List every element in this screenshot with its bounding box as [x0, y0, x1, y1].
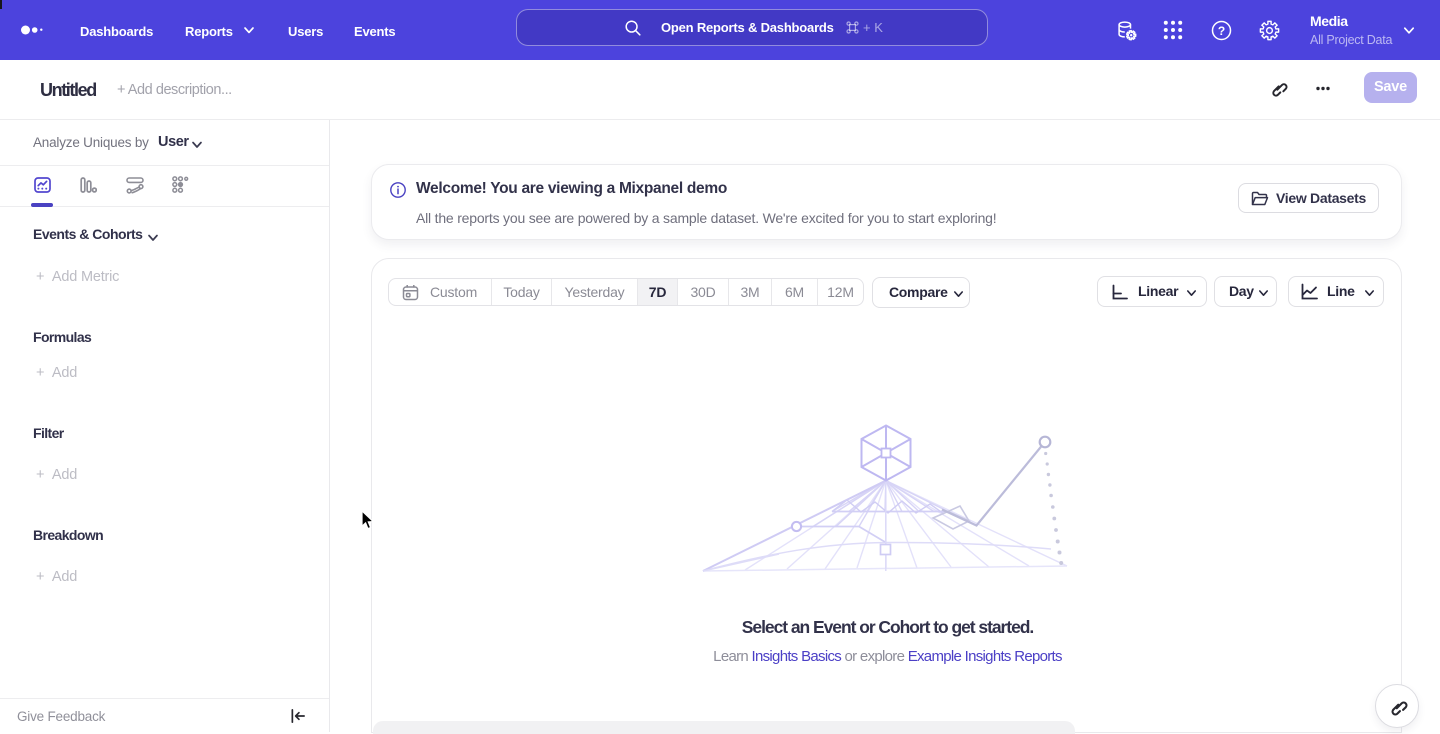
- svg-text:?: ?: [1218, 24, 1225, 38]
